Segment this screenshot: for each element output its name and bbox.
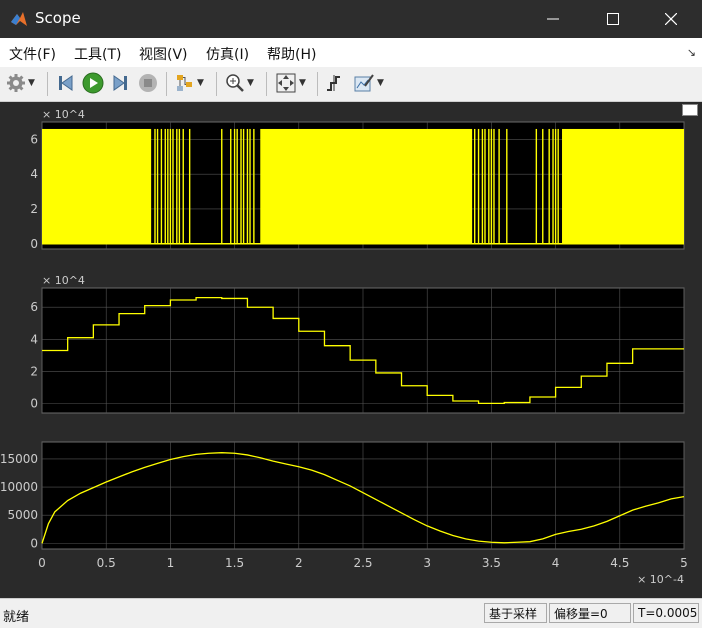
x-tick-label: 1.5 bbox=[225, 556, 244, 570]
close-icon bbox=[665, 13, 677, 25]
step-forward-icon bbox=[113, 75, 127, 91]
menu-view[interactable]: 视图(V) bbox=[139, 44, 188, 64]
menu-tools[interactable]: 工具(T) bbox=[74, 44, 121, 64]
y-multiplier-label: × 10^4 bbox=[42, 274, 85, 287]
highlight-block-icon bbox=[177, 75, 192, 91]
dropdown-arrow-icon[interactable]: ▼ bbox=[299, 78, 306, 88]
offset-status: 偏移量=0 bbox=[549, 603, 631, 623]
scope-window: Scope 文件(F) 工具(T) 视图(V) 仿真(I) 帮助(H) ↘ ▼ bbox=[0, 0, 702, 628]
y-tick-label: 2 bbox=[30, 202, 38, 216]
stop-icon bbox=[139, 74, 157, 92]
toolbar-separator bbox=[266, 72, 267, 96]
y-tick-label: 10000 bbox=[0, 480, 38, 494]
x-tick-label: 1 bbox=[167, 556, 175, 570]
dock-arrow-icon[interactable]: ↘ bbox=[687, 46, 696, 59]
signal-band bbox=[562, 128, 684, 244]
fit-to-view-icon bbox=[276, 73, 296, 93]
run-button[interactable] bbox=[82, 72, 104, 94]
y-tick-label: 6 bbox=[30, 132, 38, 146]
maximize-icon bbox=[607, 13, 619, 25]
x-tick-label: 2.5 bbox=[353, 556, 372, 570]
dropdown-arrow-icon[interactable]: ▼ bbox=[247, 78, 254, 88]
close-button[interactable] bbox=[642, 0, 700, 38]
signal-band bbox=[260, 128, 473, 244]
style-button[interactable]: ▼ bbox=[353, 72, 384, 94]
menu-bar: 文件(F) 工具(T) 视图(V) 仿真(I) 帮助(H) ↘ bbox=[0, 38, 702, 67]
dropdown-arrow-icon[interactable]: ▼ bbox=[197, 78, 204, 88]
y-tick-label: 2 bbox=[30, 364, 38, 378]
y-tick-label: 4 bbox=[30, 167, 38, 181]
toolbar-separator bbox=[317, 72, 318, 96]
menu-file[interactable]: 文件(F) bbox=[9, 44, 56, 64]
highlight-block-button[interactable]: ▼ bbox=[175, 72, 204, 94]
toolbar-separator bbox=[47, 72, 48, 96]
stop-button[interactable] bbox=[138, 72, 158, 94]
sample-mode-status: 基于采样 bbox=[484, 603, 547, 623]
x-tick-label: 2 bbox=[295, 556, 303, 570]
y-multiplier-label: × 10^4 bbox=[42, 108, 85, 121]
title-bar: Scope bbox=[0, 0, 702, 38]
x-tick-label: 4.5 bbox=[610, 556, 629, 570]
x-tick-label: 0.5 bbox=[97, 556, 116, 570]
y-tick-label: 5000 bbox=[7, 508, 38, 522]
x-tick-label: 5 bbox=[680, 556, 688, 570]
style-icon bbox=[354, 74, 374, 92]
time-status: T=0.0005 bbox=[633, 603, 699, 623]
x-tick-label: 3.5 bbox=[482, 556, 501, 570]
zoom-icon bbox=[226, 74, 244, 92]
matlab-logo-icon bbox=[11, 12, 27, 26]
toolbar-separator bbox=[216, 72, 217, 96]
y-tick-label: 0 bbox=[30, 237, 38, 251]
toolbar-separator bbox=[166, 72, 167, 96]
step-back-button[interactable] bbox=[56, 72, 76, 94]
y-tick-label: 15000 bbox=[0, 452, 38, 466]
toolbar: ▼ ▼ ▼ ▼ ▼ bbox=[0, 67, 702, 102]
fit-to-view-button[interactable]: ▼ bbox=[275, 72, 306, 94]
dropdown-arrow-icon[interactable]: ▼ bbox=[28, 78, 35, 88]
minimize-icon bbox=[547, 18, 559, 20]
y-tick-label: 6 bbox=[30, 300, 38, 314]
menu-help[interactable]: 帮助(H) bbox=[267, 44, 316, 64]
y-tick-label: 4 bbox=[30, 332, 38, 346]
step-forward-button[interactable] bbox=[110, 72, 130, 94]
minimize-button[interactable] bbox=[524, 0, 582, 38]
window-title: Scope bbox=[35, 9, 81, 27]
status-bar: 就绪 基于采样 偏移量=0 T=0.0005 bbox=[0, 598, 702, 628]
status-text: 就绪 bbox=[3, 610, 30, 625]
step-back-icon bbox=[59, 75, 73, 91]
zoom-button[interactable]: ▼ bbox=[225, 72, 254, 94]
dropdown-arrow-icon[interactable]: ▼ bbox=[377, 78, 384, 88]
x-tick-label: 3 bbox=[423, 556, 431, 570]
cursor-measure-icon bbox=[327, 75, 340, 91]
settings-button[interactable]: ▼ bbox=[6, 72, 35, 94]
x-multiplier-label: × 10^-4 bbox=[637, 573, 684, 586]
menu-simulation[interactable]: 仿真(I) bbox=[206, 44, 249, 64]
x-tick-label: 0 bbox=[38, 556, 46, 570]
scope-chart[interactable]: 0 2 4 6 × 10^4 0 2 4 6 × 10^4 0 5000 10000 15000 0 0.5 1… bbox=[0, 102, 702, 597]
run-icon bbox=[82, 72, 104, 94]
x-tick-label: 4 bbox=[552, 556, 560, 570]
cursor-measurements-button[interactable] bbox=[324, 72, 344, 94]
y-tick-label: 0 bbox=[30, 536, 38, 550]
y-tick-label: 0 bbox=[30, 396, 38, 410]
signal-band bbox=[42, 128, 152, 244]
gear-icon bbox=[7, 74, 25, 92]
maximize-button[interactable] bbox=[584, 0, 642, 38]
